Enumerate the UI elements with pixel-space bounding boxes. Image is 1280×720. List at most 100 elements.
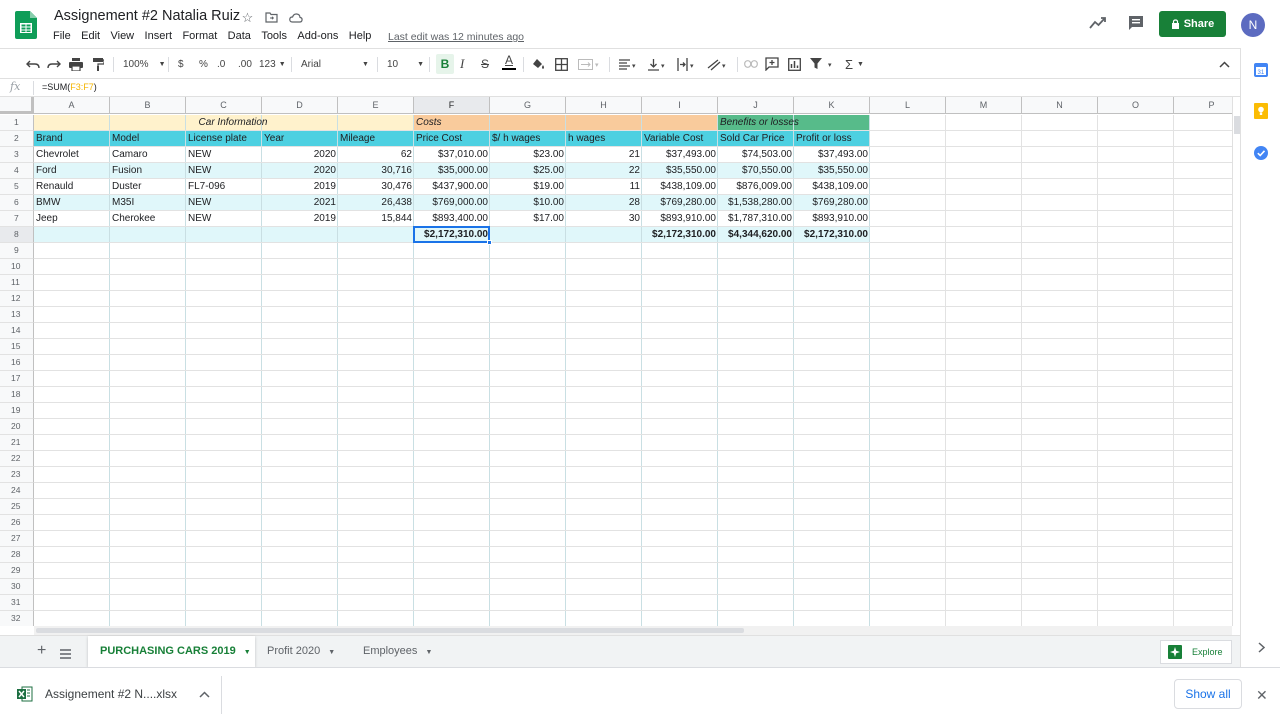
column-header-l[interactable]: L [870, 97, 946, 114]
menu-file[interactable]: File [53, 30, 71, 42]
row-header-21[interactable]: 21 [0, 435, 34, 451]
column-header-e[interactable]: E [338, 97, 414, 114]
row-header-4[interactable]: 4 [0, 163, 34, 179]
table-cell[interactable]: M35I [110, 195, 186, 211]
table-column-title[interactable]: $/ h wages [490, 131, 566, 147]
table-cell[interactable]: Duster [110, 179, 186, 195]
total-variable-cost[interactable]: $2,172,310.00 [642, 227, 718, 243]
table-cell[interactable]: $769,280.00 [794, 195, 870, 211]
italic-button[interactable]: I [460, 56, 464, 72]
insert-link-icon[interactable] [744, 56, 758, 72]
paint-format-icon[interactable] [92, 56, 104, 72]
row-header-6[interactable]: 6 [0, 195, 34, 211]
table-cell[interactable]: $25.00 [490, 163, 566, 179]
table-cell[interactable]: Camaro [110, 147, 186, 163]
column-header-a[interactable]: A [34, 97, 110, 114]
table-cell[interactable]: $437,900.00 [414, 179, 490, 195]
table-cell[interactable]: $35,550.00 [794, 163, 870, 179]
table-cell[interactable]: NEW [186, 211, 262, 227]
table-cell[interactable]: $37,493.00 [642, 147, 718, 163]
table-cell[interactable]: $70,550.00 [718, 163, 794, 179]
borders-icon[interactable] [555, 56, 568, 72]
vertical-align-icon[interactable]: ▾ [648, 56, 668, 72]
table-cell[interactable]: $37,010.00 [414, 147, 490, 163]
table-column-title[interactable]: Price Cost [414, 131, 490, 147]
table-cell[interactable]: 11 [566, 179, 642, 195]
table-cell[interactable]: 2020 [262, 147, 338, 163]
column-header-j[interactable]: J [718, 97, 794, 114]
menu-format[interactable]: Format [182, 30, 217, 42]
table-cell[interactable]: 22 [566, 163, 642, 179]
table-cell[interactable]: 30 [566, 211, 642, 227]
column-header-h[interactable]: H [566, 97, 642, 114]
row-header-9[interactable]: 9 [0, 243, 34, 259]
group-header-car-information[interactable]: Car Information [34, 115, 414, 131]
sheets-logo-icon[interactable] [15, 11, 37, 39]
spreadsheet-grid[interactable]: A B C D E F G H I J K L M N O P 1 2 3 4 5 6 7 8 9 10 11 12 13 14 15 16 1… [0, 97, 1232, 626]
table-cell[interactable]: Renauld [34, 179, 110, 195]
move-folder-icon[interactable] [262, 9, 281, 26]
text-rotation-icon[interactable]: ▾ [707, 56, 729, 72]
menu-addons[interactable]: Add-ons [297, 30, 338, 42]
row-header-12[interactable]: 12 [0, 291, 34, 307]
table-cell[interactable]: $769,000.00 [414, 195, 490, 211]
table-cell[interactable]: NEW [186, 147, 262, 163]
table-cell[interactable]: $23.00 [490, 147, 566, 163]
cloud-status-icon[interactable] [286, 9, 305, 26]
font-size-select[interactable]: 10 ▼ [387, 56, 424, 72]
menu-tools[interactable]: Tools [261, 30, 287, 42]
text-color-button[interactable]: A [502, 54, 516, 70]
group-header-costs[interactable]: Costs [414, 115, 718, 131]
row-header-31[interactable]: 31 [0, 595, 34, 611]
column-header-p[interactable]: P [1174, 97, 1232, 114]
row-header-32[interactable]: 32 [0, 611, 34, 626]
table-cell[interactable]: $438,109.00 [642, 179, 718, 195]
row-header-7[interactable]: 7 [0, 211, 34, 227]
table-cell[interactable]: $17.00 [490, 211, 566, 227]
insert-chart-icon[interactable] [788, 56, 801, 72]
row-header-27[interactable]: 27 [0, 531, 34, 547]
close-downloads-icon[interactable]: ✕ [1256, 687, 1268, 704]
show-all-downloads-button[interactable]: Show all [1174, 679, 1242, 709]
row-header-20[interactable]: 20 [0, 419, 34, 435]
account-avatar[interactable]: N [1241, 13, 1265, 37]
table-cell[interactable]: $893,910.00 [794, 211, 870, 227]
strikethrough-button[interactable]: S [481, 56, 489, 72]
table-cell[interactable]: 26,438 [338, 195, 414, 211]
table-column-title[interactable]: h wages [566, 131, 642, 147]
filter-icon[interactable]: ▾ [810, 56, 836, 72]
table-cell[interactable]: BMW [34, 195, 110, 211]
collapse-toolbar-icon[interactable] [1219, 56, 1230, 72]
row-header-13[interactable]: 13 [0, 307, 34, 323]
table-cell[interactable]: 2019 [262, 179, 338, 195]
table-cell[interactable]: $19.00 [490, 179, 566, 195]
row-header-23[interactable]: 23 [0, 467, 34, 483]
row-header-29[interactable]: 29 [0, 563, 34, 579]
font-family-select[interactable]: Arial ▼ [301, 56, 369, 72]
table-cell[interactable]: Fusion [110, 163, 186, 179]
table-cell[interactable]: NEW [186, 163, 262, 179]
decrease-decimals-button[interactable]: .0 [217, 56, 225, 72]
fill-handle[interactable] [487, 240, 492, 245]
table-column-title[interactable]: Mileage [338, 131, 414, 147]
table-column-title[interactable]: Profit or loss [794, 131, 870, 147]
row-header-14[interactable]: 14 [0, 323, 34, 339]
sheet-tab-employees[interactable]: Employees ▼ [351, 636, 443, 667]
keep-icon[interactable] [1254, 103, 1268, 124]
share-button[interactable]: Share [1159, 11, 1226, 37]
functions-button[interactable]: Σ ▼ [845, 56, 864, 72]
table-cell[interactable]: 30,476 [338, 179, 414, 195]
total-price-cost[interactable]: $2,172,310.00 [414, 227, 490, 243]
table-column-title[interactable]: Model [110, 131, 186, 147]
sheet-tab-purchasing-cars-2019[interactable]: PURCHASING CARS 2019 ▼ [88, 636, 255, 667]
column-header-m[interactable]: M [946, 97, 1022, 114]
row-header-2[interactable]: 2 [0, 131, 34, 147]
row-header-28[interactable]: 28 [0, 547, 34, 563]
row-header-15[interactable]: 15 [0, 339, 34, 355]
table-cell[interactable]: $35,000.00 [414, 163, 490, 179]
table-cell[interactable]: 2019 [262, 211, 338, 227]
table-cell[interactable]: Ford [34, 163, 110, 179]
activity-dashboard-icon[interactable] [1089, 15, 1107, 31]
group-header-benefits-or-losses[interactable]: Benefits or losses [718, 115, 870, 131]
table-cell[interactable]: 15,844 [338, 211, 414, 227]
